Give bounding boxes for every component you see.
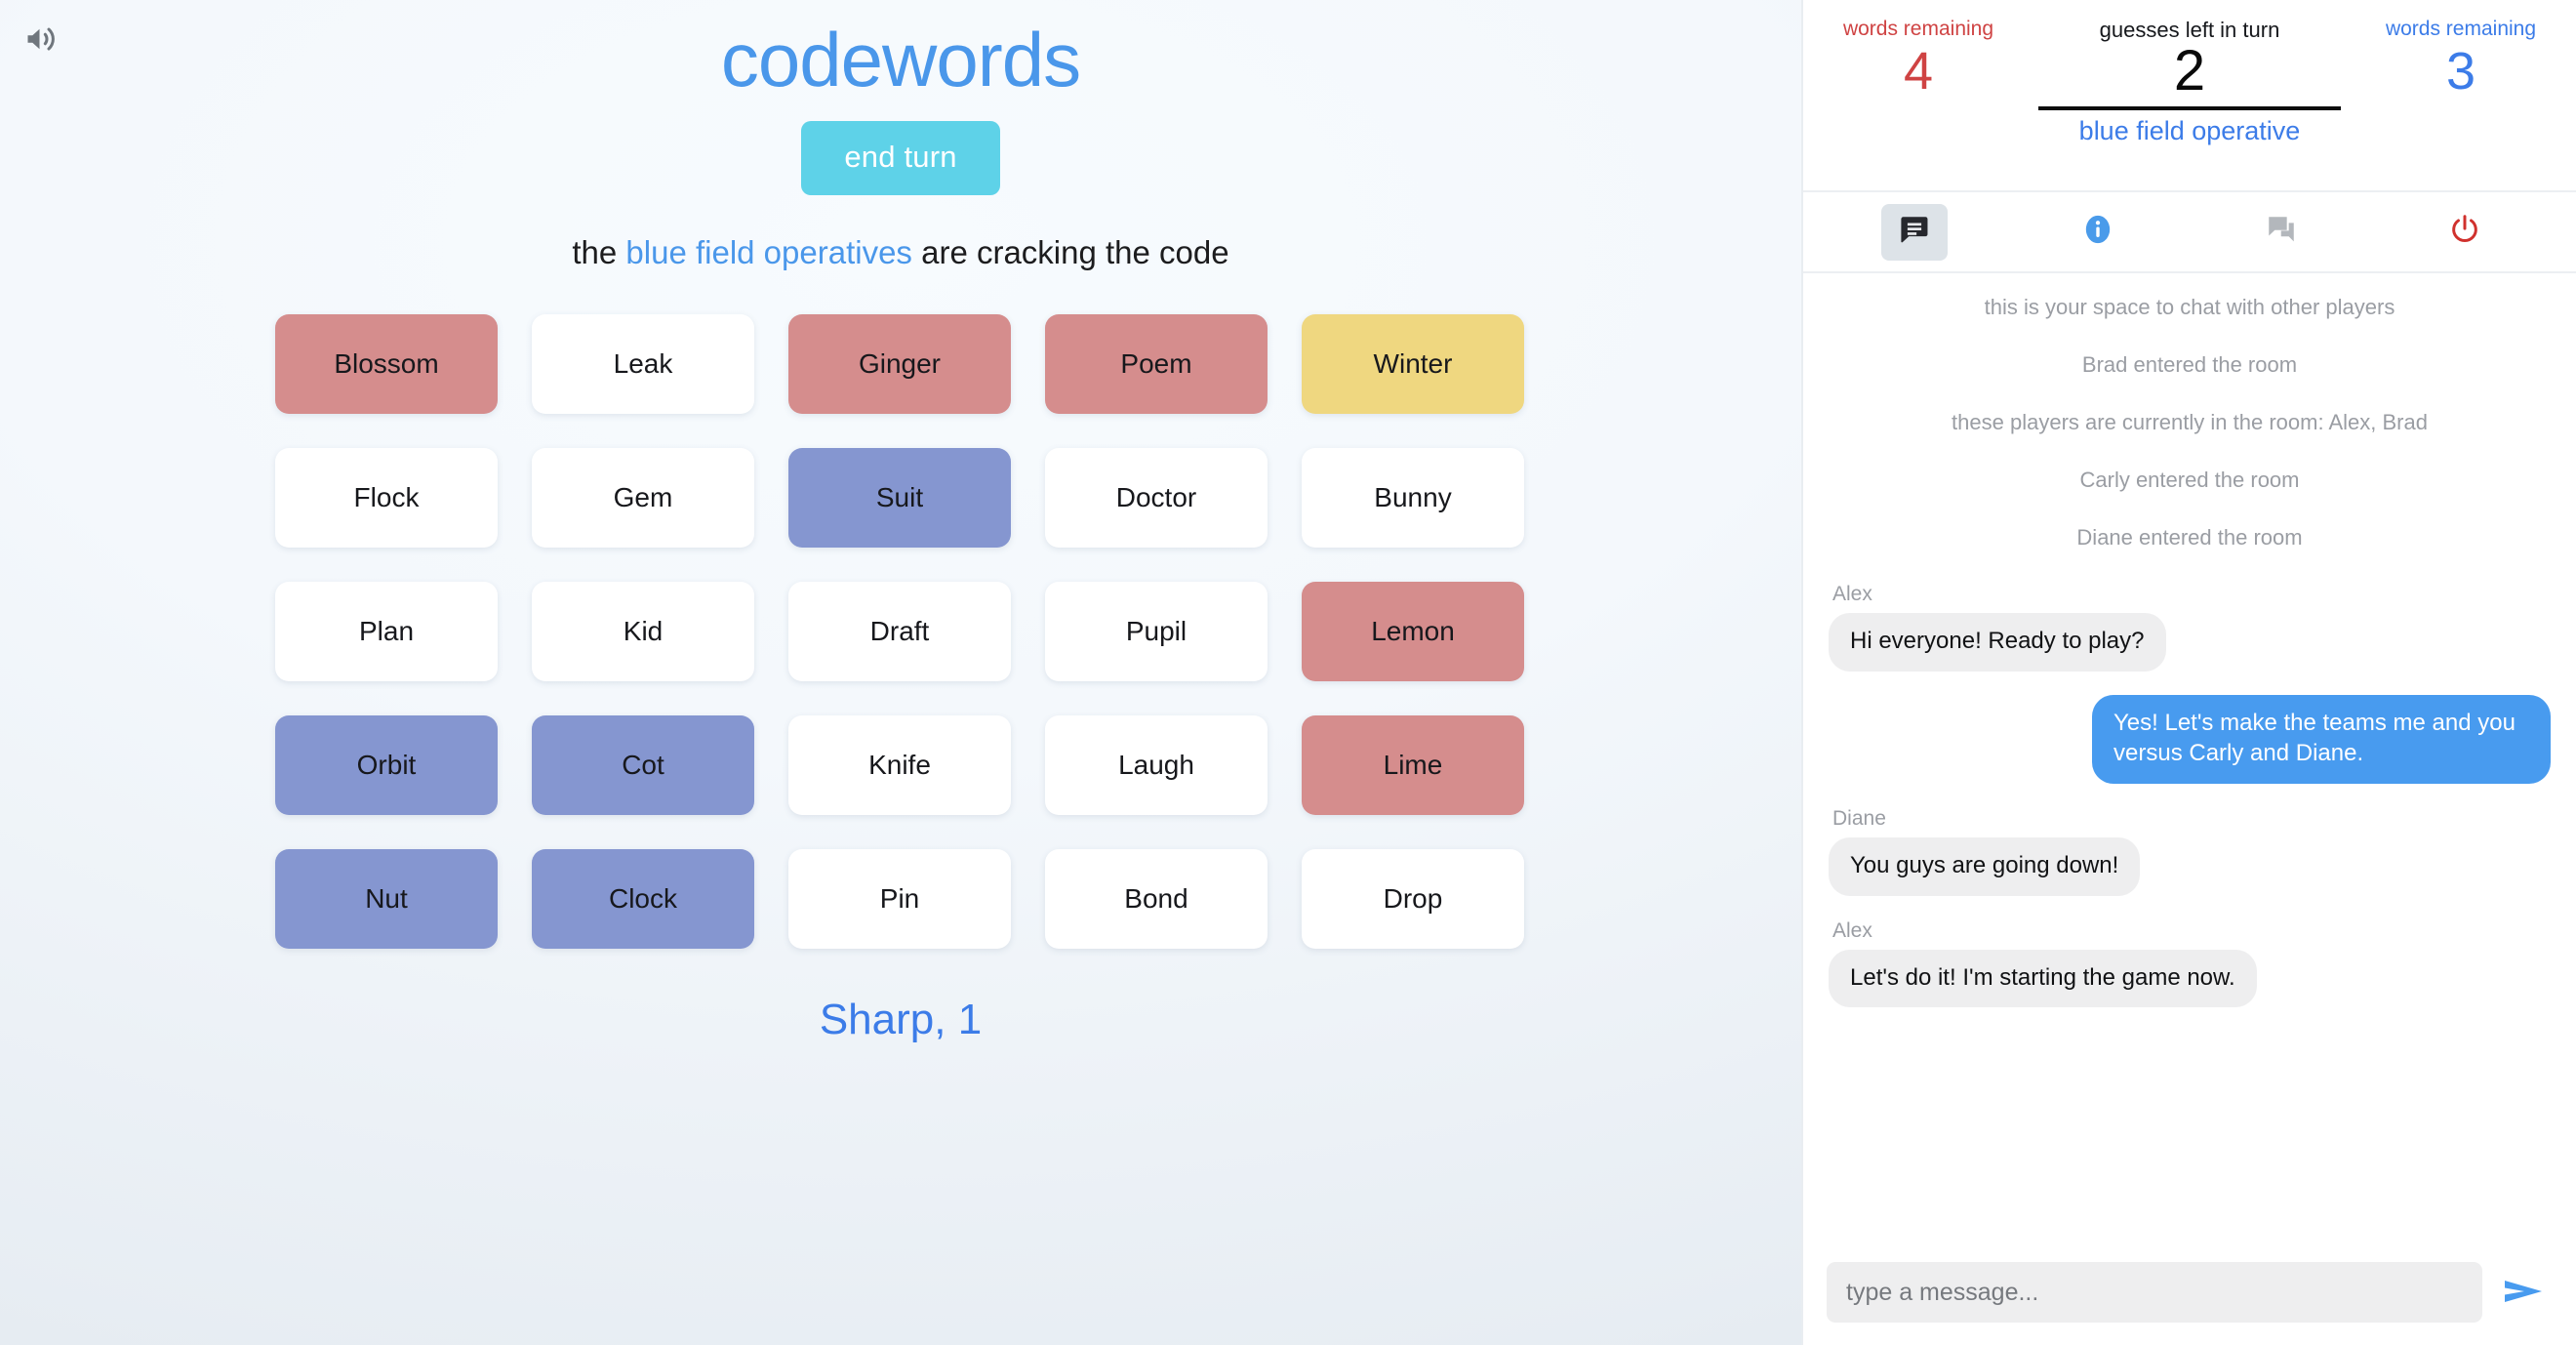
word-card[interactable]: Lemon — [1302, 582, 1524, 681]
word-card[interactable]: Poem — [1045, 314, 1268, 414]
chat-bubble-icon — [1898, 213, 1931, 251]
player-role-label: blue field operative — [2078, 116, 2301, 146]
tab-bar — [1803, 192, 2576, 273]
current-clue: Sharp, 1 — [819, 996, 983, 1043]
blue-score-value: 3 — [2445, 42, 2476, 102]
end-turn-button[interactable]: end turn — [801, 121, 1000, 195]
word-card[interactable]: Ginger — [788, 314, 1011, 414]
word-card[interactable]: Plan — [275, 582, 498, 681]
volume-up-icon — [23, 21, 59, 61]
system-message: Carly entered the room — [2079, 468, 2300, 492]
divider — [2038, 106, 2341, 111]
send-arrow-icon — [2503, 1275, 2548, 1311]
game-panel: codewords end turn the blue field operat… — [0, 0, 1801, 1345]
power-off-icon — [2448, 213, 2481, 251]
word-card[interactable]: Laugh — [1045, 715, 1268, 815]
message-composer — [1803, 1240, 2576, 1345]
chat-bubble: Let's do it! I'm starting the game now. — [1829, 949, 2257, 1008]
system-message: this is your space to chat with other pl… — [1984, 295, 2395, 319]
word-card[interactable]: Lime — [1302, 715, 1524, 815]
word-card[interactable]: Leak — [532, 314, 754, 414]
word-card[interactable]: Draft — [788, 582, 1011, 681]
sound-toggle-button[interactable] — [18, 18, 64, 64]
scoreboard: words remaining 4 guesses left in turn 2… — [1803, 0, 2576, 192]
system-message: these players are currently in the room:… — [1952, 410, 2428, 434]
chat-author: Alex — [1832, 918, 1872, 942]
word-card[interactable]: Pin — [788, 849, 1011, 949]
red-score-label: words remaining — [1842, 18, 1994, 40]
turn-status-team: blue field operatives — [625, 234, 912, 270]
chat-bubble: Hi everyone! Ready to play? — [1829, 613, 2166, 672]
turn-status-prefix: the — [572, 234, 626, 270]
blue-score-label: words remaining — [2385, 18, 2537, 40]
tab-feedback[interactable] — [2190, 202, 2373, 263]
word-card[interactable]: Pupil — [1045, 582, 1268, 681]
blue-team-score: words remaining 3 — [2363, 10, 2558, 102]
chat-bubble: You guys are going down! — [1829, 837, 2141, 896]
page-title: codewords — [720, 17, 1081, 102]
tab-chat[interactable] — [1823, 202, 2006, 263]
forum-bubble-icon — [2265, 213, 2298, 251]
system-message: Brad entered the room — [2081, 352, 2298, 377]
red-score-value: 4 — [1903, 42, 1934, 102]
tab-info[interactable] — [2006, 202, 2190, 263]
word-card[interactable]: Cot — [532, 715, 754, 815]
message-input[interactable] — [1827, 1262, 2482, 1323]
chat-message: Diane You guys are going down! — [1829, 807, 2551, 896]
turn-status: the blue field operatives are cracking t… — [0, 234, 1801, 271]
word-card[interactable]: Orbit — [275, 715, 498, 815]
chat-message: Yes! Let's make the teams me and you ver… — [1829, 694, 2551, 785]
word-card-grid: Blossom Leak Ginger Poem Winter Flock Gem Suit D… — [275, 314, 1526, 949]
word-card[interactable]: Doctor — [1045, 448, 1268, 548]
word-card[interactable]: Bunny — [1302, 448, 1524, 548]
word-card[interactable]: Winter — [1302, 314, 1524, 414]
tab-leave-game[interactable] — [2373, 202, 2556, 263]
word-card[interactable]: Drop — [1302, 849, 1524, 949]
word-card[interactable]: Knife — [788, 715, 1011, 815]
word-card[interactable]: Blossom — [275, 314, 498, 414]
word-card[interactable]: Gem — [532, 448, 754, 548]
send-button[interactable] — [2500, 1267, 2551, 1318]
chat-author: Diane — [1832, 807, 1886, 831]
word-card[interactable]: Suit — [788, 448, 1011, 548]
guesses-left-value: 2 — [2173, 39, 2206, 103]
chat-log[interactable]: this is your space to chat with other pl… — [1803, 273, 2576, 1240]
system-message: Diane entered the room — [2076, 525, 2303, 550]
chat-bubble: Yes! Let's make the teams me and you ver… — [2092, 694, 2551, 785]
word-card[interactable]: Bond — [1045, 849, 1268, 949]
end-turn-container: end turn — [0, 121, 1801, 195]
red-team-score: words remaining 4 — [1821, 10, 2016, 102]
chat-message: Alex Hi everyone! Ready to play? — [1829, 583, 2551, 672]
turn-guess-counter: guesses left in turn 2 blue field operat… — [2038, 10, 2341, 146]
chat-author: Alex — [1832, 583, 1872, 605]
word-card[interactable]: Flock — [275, 448, 498, 548]
info-circle-icon — [2081, 213, 2114, 251]
word-card[interactable]: Kid — [532, 582, 754, 681]
side-panel: words remaining 4 guesses left in turn 2… — [1801, 0, 2576, 1345]
chat-message: Alex Let's do it! I'm starting the game n… — [1829, 919, 2551, 1008]
turn-status-suffix: are cracking the code — [911, 234, 1229, 270]
word-card[interactable]: Nut — [275, 849, 498, 949]
word-card[interactable]: Clock — [532, 849, 754, 949]
